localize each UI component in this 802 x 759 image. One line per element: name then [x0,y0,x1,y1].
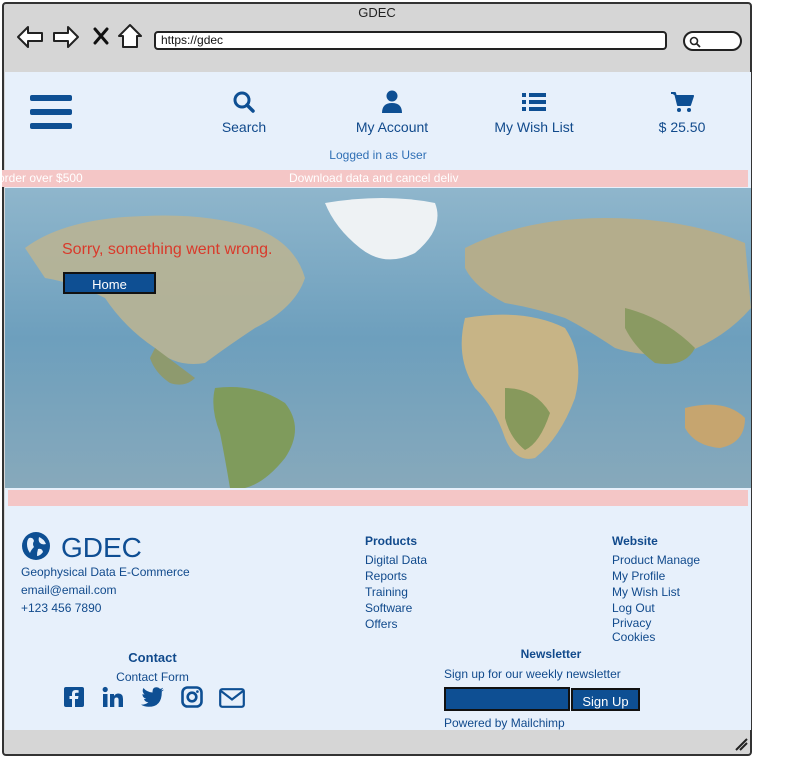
home-icon[interactable] [117,23,143,49]
announcement-ticker: order over $500 Download data and cancel… [2,170,748,187]
facebook-icon[interactable] [63,686,85,713]
forward-arrow-icon[interactable] [52,25,80,49]
list-icon [522,93,546,111]
ticker-text-right: Download data and cancel deliv [289,171,459,185]
footer-tagline: Geophysical Data E-Commerce [21,565,190,579]
email-envelope-icon[interactable] [219,688,245,713]
contact-form-link[interactable]: Contact Form [0,670,305,684]
logged-in-status: Logged in as User [329,148,427,162]
powered-by-mailchimp[interactable]: Powered by Mailchimp [444,716,565,730]
world-map-image [5,188,751,488]
back-arrow-icon[interactable] [16,25,44,49]
products-link-reports[interactable]: Reports [365,568,427,584]
account-label: My Account [355,119,429,135]
header-cart[interactable]: $ 25.50 [645,90,719,135]
window-resize-grip[interactable] [734,737,748,756]
twitter-icon[interactable] [141,687,165,712]
products-link-digital-data[interactable]: Digital Data [365,552,427,568]
cart-total: $ 25.50 [658,119,706,135]
website-link-privacy[interactable]: Privacy [612,616,700,630]
browser-search-field[interactable] [683,31,742,51]
hamburger-menu-icon[interactable] [30,95,72,136]
magnifier-icon [689,36,701,48]
newsletter-email-input[interactable] [444,687,570,711]
newsletter-heading: Newsletter [520,647,582,661]
cart-icon [671,92,694,112]
products-column: Products Digital Data Reports Training S… [365,532,427,632]
products-link-software[interactable]: Software [365,600,427,616]
wishlist-label: My Wish List [494,119,574,135]
footer-email[interactable]: email@email.com [21,583,117,597]
error-message: Sorry, something went wrong. [62,241,273,258]
products-link-offers[interactable]: Offers [365,616,427,632]
website-heading: Website [612,534,658,548]
contact-heading: Contact [128,650,177,665]
products-link-training[interactable]: Training [365,584,427,600]
search-icon [233,91,255,113]
globe-icon [21,531,51,566]
footer-phone: +123 456 7890 [21,601,102,615]
website-link-my-profile[interactable]: My Profile [612,568,700,584]
user-icon [382,90,402,113]
close-x-icon[interactable] [92,27,110,45]
header-wishlist[interactable]: My Wish List [489,90,579,135]
website-link-cookies[interactable]: Cookies [612,630,700,644]
website-link-log-out[interactable]: Log Out [612,600,700,616]
website-link-product-manage[interactable]: Product Manage [612,552,700,568]
website-column: Website Product Manage My Profile My Wis… [612,532,700,644]
website-link-my-wish-list[interactable]: My Wish List [612,584,700,600]
header-search[interactable]: Search [206,90,282,135]
footer-brand: GDEC [61,532,142,563]
url-field[interactable]: https://gdec [154,31,667,50]
linkedin-icon[interactable] [102,686,124,713]
newsletter-text: Sign up for our weekly newsletter [444,667,621,681]
search-label: Search [221,119,267,135]
window-title: GDEC [358,5,396,20]
alert-band [8,490,748,506]
products-heading: Products [365,534,418,548]
instagram-icon[interactable] [181,686,203,713]
sign-up-button[interactable]: Sign Up [571,688,640,711]
home-button[interactable]: Home [63,272,156,294]
ticker-text-left: order over $500 [2,171,83,185]
header-account[interactable]: My Account [347,90,437,135]
